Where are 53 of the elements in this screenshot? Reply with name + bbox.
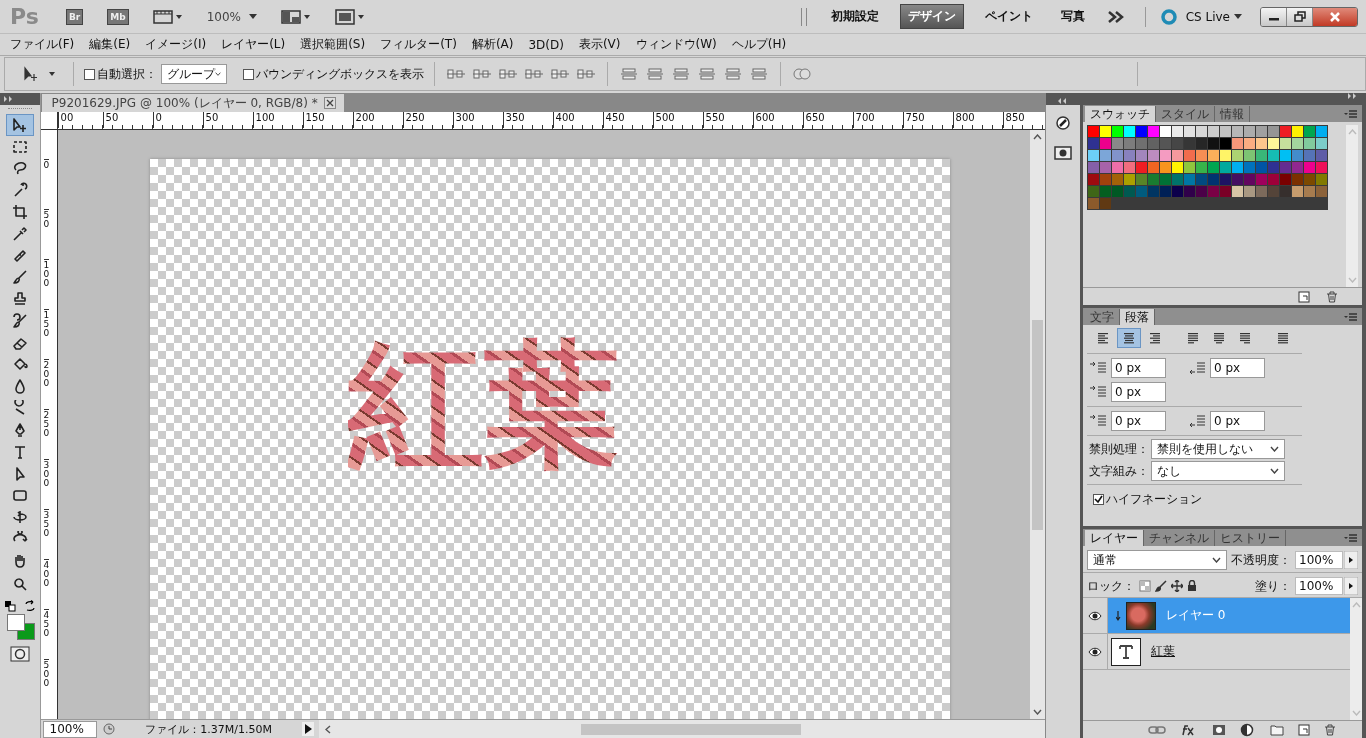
panel-tab[interactable]: ヒストリー <box>1215 530 1286 546</box>
kinsoku-label: 禁則処理： <box>1089 440 1149 458</box>
workspace-button[interactable]: ペイント <box>977 5 1040 28</box>
launch-button[interactable]: Br <box>66 8 84 25</box>
bounding-box-label: バウンディングボックスを表示 <box>256 65 424 83</box>
menu-item[interactable]: ウィンドウ(W) <box>635 36 717 53</box>
kinsoku-dropdown[interactable]: 禁則を使用しない <box>1151 439 1285 459</box>
file-size-info: ファイル：1.37M/1.50M <box>144 721 273 737</box>
auto-select-dropdown[interactable]: グループ <box>161 64 227 84</box>
indent-field[interactable]: 0 px <box>1210 358 1265 378</box>
menu-item[interactable]: 3D(D) <box>528 37 564 52</box>
launch-button[interactable]: Mb <box>107 8 129 25</box>
panel-tab[interactable]: 情報 <box>1215 106 1250 122</box>
opacity-field[interactable]: 100% <box>1295 551 1343 569</box>
indent-field[interactable]: 0 px <box>1111 411 1166 431</box>
panel-tab[interactable]: スタイル <box>1156 106 1215 122</box>
indent-field[interactable]: 0 px <box>1111 358 1166 378</box>
menu-item[interactable]: イメージ(I) <box>145 36 207 53</box>
layer-name: レイヤー 0 <box>1166 607 1226 624</box>
mojikumi-label: 文字組み： <box>1089 462 1149 480</box>
fill-label: 塗り： <box>1255 577 1291 595</box>
lock-label: ロック： <box>1087 577 1135 595</box>
layer-name: 紅葉 <box>1151 643 1175 660</box>
indent-field[interactable]: 0 px <box>1210 411 1265 431</box>
panel-tab[interactable]: レイヤー <box>1085 530 1144 546</box>
menu-item[interactable]: 解析(A) <box>471 36 514 53</box>
opacity-label: 不透明度： <box>1231 551 1291 569</box>
blend-mode-dropdown[interactable]: 通常 <box>1087 550 1227 570</box>
horizontal-ruler: 00 50 0 50 100 150 200 250 300 350 400 450 500 550 600 650 700 750 800 850 <box>57 112 1046 129</box>
menu-item[interactable]: 表示(V) <box>578 36 621 53</box>
menu-item[interactable]: 選択範囲(S) <box>300 36 366 53</box>
menu-item[interactable]: 編集(E) <box>89 36 131 53</box>
hyphenation-label: ハイフネーション <box>1106 491 1202 508</box>
panel-tab[interactable]: 段落 <box>1120 309 1155 325</box>
menu-item[interactable]: フィルター(T) <box>380 36 457 53</box>
zoom-dropdown[interactable]: 100% <box>206 9 258 24</box>
panel-tab[interactable]: スウォッチ <box>1085 106 1156 122</box>
zoom-field[interactable]: 100% <box>42 720 97 738</box>
indent-field[interactable]: 0 px <box>1111 382 1166 402</box>
mojikumi-dropdown[interactable]: なし <box>1151 461 1285 481</box>
panel-tab[interactable]: チャンネル <box>1144 530 1215 546</box>
auto-select-label: 自動選択： <box>97 65 157 83</box>
workspace-button[interactable]: 初期設定 <box>823 5 886 28</box>
menu-item[interactable]: レイヤー(L) <box>221 36 286 53</box>
menu-item[interactable]: ヘルプ(H) <box>731 36 787 53</box>
cs-live-menu[interactable]: CS Live <box>1185 9 1242 24</box>
workspace-button[interactable]: 写真 <box>1053 5 1092 28</box>
fill-field[interactable]: 100% <box>1295 577 1343 595</box>
workspace-button[interactable]: デザイン <box>899 4 964 29</box>
menu-item[interactable]: ファイル(F) <box>10 36 75 53</box>
app-logo: Ps <box>10 4 40 29</box>
layer-row[interactable]: 紅葉 <box>1083 634 1350 670</box>
document-tab[interactable]: P9201629.JPG @ 100% (レイヤー 0, RGB/8) * <box>41 94 344 112</box>
